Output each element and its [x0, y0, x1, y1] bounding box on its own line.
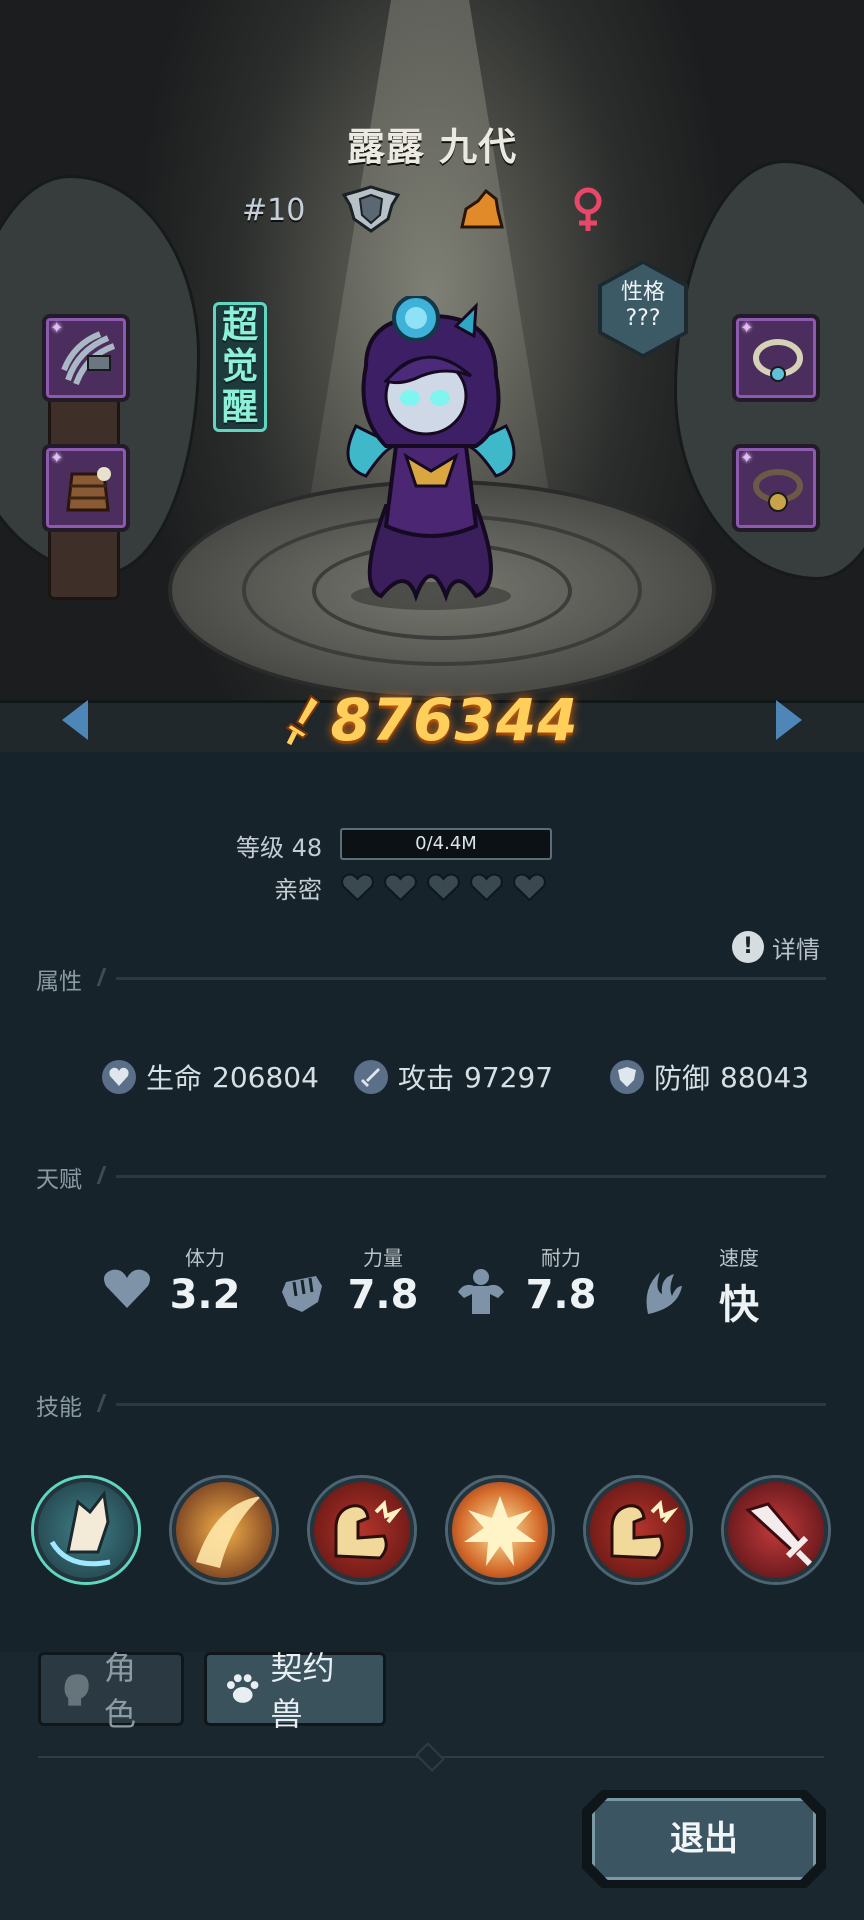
talent-stamina: 体力 3.2 — [104, 1242, 280, 1342]
skill-exclusive[interactable]: 专属 — [34, 1478, 138, 1582]
sword-icon — [354, 1060, 388, 1094]
talent-value: 快 — [719, 1282, 759, 1328]
super-awakening-badge[interactable]: 超觉醒 — [213, 302, 267, 432]
stat-label: 攻击 — [398, 1062, 455, 1095]
section-talents: 天赋 — [36, 1160, 826, 1193]
skill-muscle-buff-1[interactable] — [310, 1478, 414, 1582]
rank-number: #10 — [242, 193, 306, 228]
info-panel: 等级 48 0/4.4M 亲密 ! 详情 属性 生命 206804 攻击 972… — [0, 752, 864, 1652]
equip-slot-collar[interactable]: ✦ — [732, 444, 820, 532]
stat-value: 88043 — [720, 1060, 810, 1094]
paw-icon — [226, 1674, 259, 1703]
slash-icon — [196, 1496, 262, 1568]
divider — [116, 1175, 826, 1178]
bell-collar-icon — [753, 469, 803, 512]
level-label: 等级 48 — [236, 834, 323, 862]
exp-bar: 0/4.4M — [340, 828, 552, 860]
skill-sword-strike[interactable] — [724, 1478, 828, 1582]
skill-muscle-buff-2[interactable] — [586, 1478, 690, 1582]
affinity-heart-icon — [427, 873, 460, 902]
stat-value: 97297 — [464, 1060, 554, 1094]
claw-weapon-icon — [61, 331, 116, 386]
talent-strength: 力量 7.8 — [282, 1242, 458, 1342]
section-skills: 技能 — [36, 1388, 826, 1421]
section-title: 天赋 — [36, 1167, 82, 1193]
stat-label: 防御 — [654, 1062, 711, 1095]
skill-normal-attack[interactable]: 普攻 — [172, 1478, 276, 1582]
heart-icon — [102, 1060, 136, 1094]
class-icon[interactable] — [456, 189, 506, 231]
section-title: 技能 — [36, 1395, 82, 1421]
stat-value: 206804 — [212, 1060, 319, 1094]
talent-label: 耐力 — [541, 1246, 581, 1270]
talent-value: 7.8 — [525, 1272, 597, 1318]
claw-strike-icon — [49, 1490, 111, 1567]
ornament-divider — [38, 1742, 824, 1772]
power-sword-icon — [285, 694, 321, 746]
details-label: 详情 — [772, 935, 820, 964]
exclamation-icon: ! — [732, 931, 764, 963]
skill-explosion[interactable] — [448, 1478, 552, 1582]
character-head-icon — [64, 1674, 89, 1706]
divider — [116, 977, 826, 980]
stats-row: 生命 206804 攻击 97297 防御 88043 — [0, 1052, 864, 1102]
tab-character[interactable]: 角色 — [38, 1649, 184, 1733]
talent-value: 3.2 — [169, 1272, 241, 1318]
talent-speed: 速度 快 — [646, 1242, 814, 1342]
affinity-hearts[interactable] — [340, 872, 547, 906]
female-gender-icon — [574, 187, 602, 231]
barrel-armor-icon — [66, 467, 111, 512]
tab-pet[interactable]: 契约兽 — [204, 1649, 386, 1733]
stat-defense: 防御 88043 — [610, 1052, 809, 1102]
stat-attack: 攻击 97297 — [354, 1052, 553, 1102]
exit-button[interactable]: 退出 — [592, 1798, 816, 1880]
chevron-icon — [96, 968, 116, 986]
skills-row: 专属 普攻 — [0, 1478, 864, 1588]
section-attributes: 属性 — [36, 962, 826, 995]
chevron-icon — [96, 1394, 116, 1412]
equip-slot-armor[interactable]: ✦ — [42, 444, 130, 532]
character-name: 露露 九代 — [346, 125, 518, 169]
section-title: 属性 — [36, 969, 82, 995]
affinity-label: 亲密 — [274, 876, 322, 904]
affinity-heart-icon — [341, 873, 374, 902]
talent-value: 7.8 — [347, 1272, 419, 1318]
talents-row: 体力 3.2 力量 7.8 耐力 7.8 速度 快 — [0, 1242, 864, 1342]
flex-arm-icon — [610, 1499, 679, 1560]
stat-hp: 生命 206804 — [102, 1052, 319, 1102]
character-meta-row: #10 — [0, 185, 864, 235]
talent-label: 力量 — [363, 1246, 403, 1270]
character-sprite[interactable] — [326, 296, 536, 616]
talent-label: 体力 — [185, 1246, 225, 1270]
chevron-icon — [96, 1166, 116, 1184]
combat-power: 876344 — [0, 686, 864, 752]
personality-value: ??? — [625, 306, 661, 331]
bottom-bar: 角色 契约兽 退出 — [0, 1649, 864, 1920]
talent-endurance: 耐力 7.8 — [458, 1242, 636, 1342]
affinity-heart-icon — [384, 873, 417, 902]
tab-label: 契约兽 — [270, 1649, 335, 1733]
equip-slot-necklace[interactable]: ✦ — [732, 314, 820, 402]
skill-label: 普攻 — [272, 1544, 276, 1574]
details-button[interactable]: ! 详情 — [732, 930, 820, 964]
shield-rank-icon[interactable] — [340, 185, 402, 233]
affinity-heart-icon — [513, 873, 546, 902]
shield-icon — [610, 1060, 644, 1094]
character-scene: 露露 九代 #10 ✦ ✦ ✦ ✦ 超觉醒 性格 ??? 876344 — [0, 0, 864, 752]
affinity-heart-icon — [470, 873, 503, 902]
skill-label: 专属 — [134, 1544, 138, 1574]
personality-title: 性格 — [620, 280, 665, 305]
combat-power-value: 876344 — [330, 686, 579, 752]
sword-strike-icon — [745, 1502, 815, 1569]
necklace-icon — [753, 339, 803, 382]
divider — [116, 1403, 826, 1406]
explosion-icon — [464, 1496, 536, 1566]
flex-arm-icon — [334, 1499, 403, 1560]
stat-label: 生命 — [146, 1062, 203, 1095]
equip-slot-weapon[interactable]: ✦ — [42, 314, 130, 402]
tab-label: 角色 — [104, 1649, 137, 1733]
talent-label: 速度 — [719, 1246, 759, 1270]
